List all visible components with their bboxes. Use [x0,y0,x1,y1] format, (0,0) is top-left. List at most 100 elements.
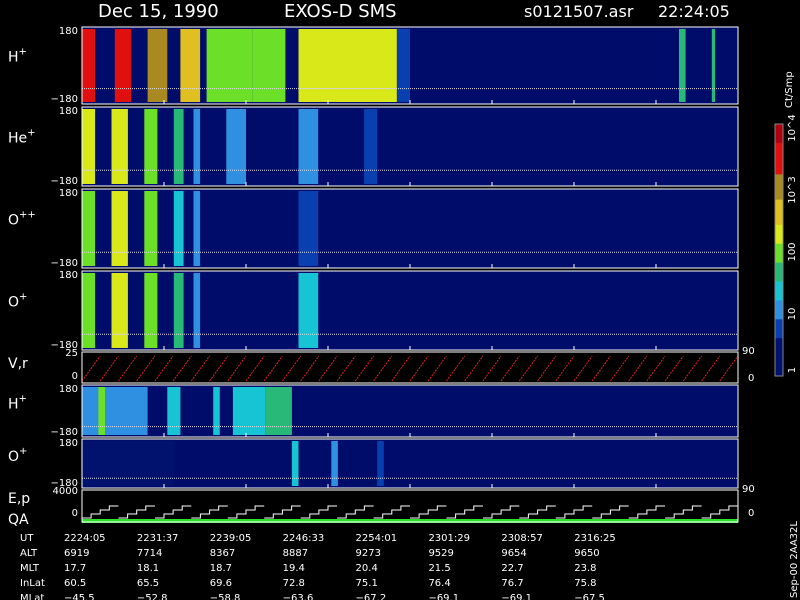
heatmap-cell [111,109,128,184]
colorbar-segment [775,357,783,364]
colorbar-segment [775,136,783,144]
colorbar-tick-label: 10^3 [787,176,798,203]
row-value: −69.1 [501,593,532,600]
colorbar-segment [775,199,783,207]
sms-spectrogram-plot: Dec 15, 1990 EXOS-D SMS s0121507.asr 22:… [8,1,800,600]
colorbar-title: Ct/Smp [784,71,795,108]
colorbar-segment [775,187,783,194]
row-value: 18.1 [137,563,159,574]
colorbar-segment [775,287,783,295]
row-value: 65.5 [137,578,159,589]
y-tick-bottom: −180 [51,94,78,105]
row-value: −67.5 [574,593,605,600]
row-value: 2239:05 [210,533,252,544]
colorbar-segment [775,250,783,257]
y-tick-top: 180 [59,188,78,199]
colorbar-segment [775,275,783,283]
row-value: 2224:05 [64,533,106,544]
vr-tick-bottom: 0 [72,371,78,382]
row-value: 75.8 [574,578,596,589]
row-label: UT [20,533,34,544]
colorbar-segment [775,294,783,301]
footer-tag: Sep-00 2AA32L [789,521,800,598]
heatmap-cell [679,29,686,102]
heatmap-cell [173,273,184,348]
colorbar-segment [775,331,783,339]
heatmap-cell [173,191,184,266]
row-value: 76.4 [428,578,450,589]
timeline-table: UT 2224:05 2231:37 2239:05 2246:33 2254:01 230… [20,533,616,600]
row-value: −63.6 [283,593,314,600]
date-title: Dec 15, 1990 [98,1,219,22]
ep-tick-bottom: 0 [72,508,78,519]
vr-tick-top: 25 [65,348,78,359]
ep-panel: E,p QA 4000 0 90 0 [8,484,755,528]
row-value: 9650 [574,548,599,559]
panel-4: 180−180O+ [8,270,739,351]
colorbar-segment [775,161,783,169]
panel-3: 180 −180 O++ [8,188,739,269]
colorbar-tick-label: 1 [787,367,798,373]
species-label: O+ [8,446,27,465]
y-tick-top: 180 [59,438,78,449]
panel-1: 180 −180 H+ [8,26,739,105]
row-label: MLat [20,593,44,600]
row-value: 9529 [428,548,453,559]
colorbar-segment [775,306,783,314]
colorbar-segment [775,350,783,358]
heatmap-cell [82,273,96,348]
heatmap-cell [82,191,96,266]
heatmap-cell [114,29,132,102]
row-value: −67.2 [356,593,387,600]
colorbar-tick-label: 10^4 [787,114,798,141]
species-charge: + [19,292,27,303]
heatmap-cell [213,387,220,435]
row-value: −69.1 [428,593,459,600]
heatmap-cell [147,29,168,102]
row-value: 2246:33 [283,533,325,544]
row-value: 9273 [356,548,381,559]
row-value: 20.4 [356,563,378,574]
species-label: H+ [8,393,27,412]
colorbar-segment [775,174,783,182]
heatmap-cell [265,387,292,435]
y-tick-bottom: −180 [51,427,78,438]
species-charge: + [27,128,35,139]
row-value: 6919 [64,548,89,559]
heatmap-cell [82,387,148,435]
row-value: 22.7 [501,563,523,574]
species-charge: ++ [19,210,36,221]
heatmap-cell [298,29,397,102]
colorbar-segment [775,363,783,371]
row-value: 8887 [283,548,308,559]
colorbar-segment [775,237,783,245]
y-tick-bottom: −180 [51,176,78,187]
y-tick-top: 180 [59,106,78,117]
colorbar-tick-label: 10 [787,308,798,321]
species-charge: + [19,47,27,58]
row-value: −58.8 [210,593,241,600]
colorbar-segment [775,325,783,333]
colorbar-segment [775,256,783,264]
colorbar-segment [775,193,783,201]
heatmap-cell [193,191,201,266]
vr-right-tick-top: 90 [742,346,755,357]
ep-right-tick-bottom: 0 [748,508,754,519]
colorbar-segment [775,124,783,131]
species-label: He+ [8,128,36,147]
colorbar-segment [775,155,783,163]
species-charge: + [19,446,27,457]
heatmap-cell [82,109,96,184]
heatmap-cell [298,109,319,184]
colorbar-segment [775,130,783,138]
row-label: ALT [20,548,38,559]
heatmap-cell [232,387,266,435]
panel-background [82,439,738,488]
qa-label: QA [8,512,29,528]
vr-panel: V,r 25 0 90 0 [8,346,755,384]
colorbar-tick-label: 100 [787,242,798,261]
colorbar-segment [775,344,783,352]
colorbar-segment [775,338,783,346]
colorbar-segment [775,243,783,251]
heatmap-cell [377,441,384,486]
